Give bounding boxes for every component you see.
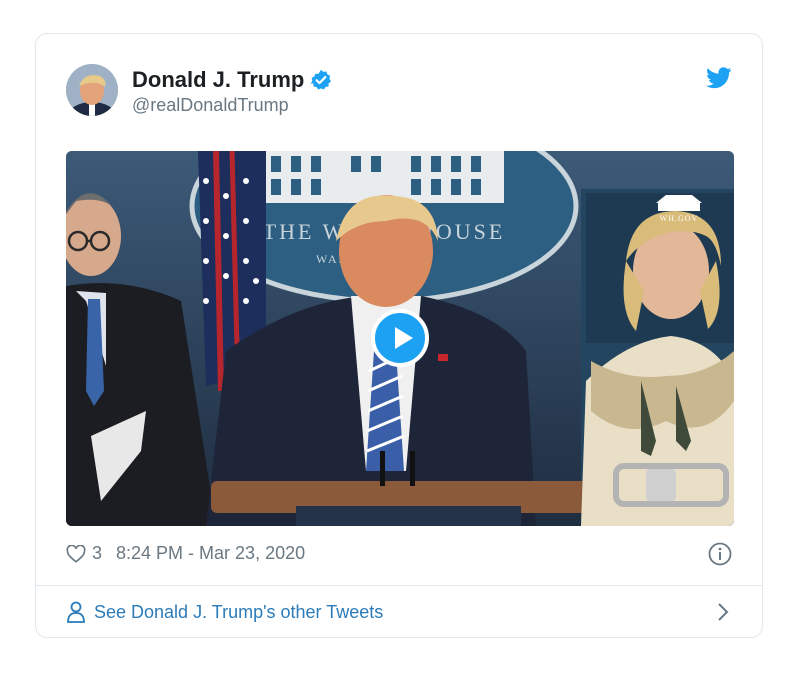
play-button[interactable] [371, 309, 429, 367]
other-tweets-link[interactable]: See Donald J. Trump's other Tweets [66, 601, 383, 623]
twitter-bird-icon[interactable] [706, 67, 732, 89]
tweet-card: Donald J. Trump @realDonaldTrump THE HOU… [35, 33, 763, 638]
watermark-text: WH.GOV [660, 214, 699, 223]
heart-icon[interactable] [66, 544, 86, 563]
divider [36, 585, 762, 586]
person-icon [67, 601, 85, 623]
info-icon[interactable] [708, 542, 732, 566]
timestamp[interactable]: 8:24 PM - Mar 23, 2020 [116, 543, 305, 564]
author-name[interactable]: Donald J. Trump [132, 67, 304, 93]
author-name-row[interactable]: Donald J. Trump [132, 67, 332, 93]
author-handle[interactable]: @realDonaldTrump [132, 95, 289, 116]
tweet-meta: 3 8:24 PM - Mar 23, 2020 [66, 543, 305, 564]
avatar-image [66, 64, 118, 116]
like-count[interactable]: 3 [92, 543, 102, 564]
video-player[interactable]: THE WHITE HOUSE WAS [66, 151, 734, 526]
verified-badge-icon [311, 69, 332, 90]
chevron-right-icon[interactable] [716, 602, 730, 622]
other-tweets-label[interactable]: See Donald J. Trump's other Tweets [94, 602, 383, 623]
avatar[interactable] [66, 64, 118, 116]
